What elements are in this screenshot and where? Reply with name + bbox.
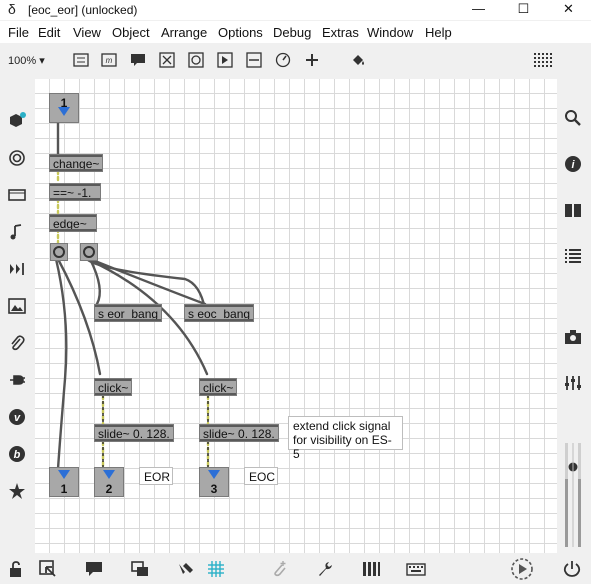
send-eoc-object[interactable]: s eoc_bang	[184, 304, 254, 322]
maximize-button[interactable]: ☐	[501, 0, 546, 20]
menu-extras[interactable]: Extras	[322, 25, 359, 40]
menu-help[interactable]: Help	[425, 25, 452, 40]
comment-line-1: extend click signal	[293, 419, 391, 433]
number-triangle-icon	[58, 107, 70, 116]
paperclip-icon[interactable]	[8, 334, 26, 352]
new-slider-icon[interactable]	[246, 52, 262, 68]
new-object-icon[interactable]	[73, 52, 89, 68]
new-toggle-icon[interactable]	[159, 52, 175, 68]
wrench-icon[interactable]	[316, 560, 334, 578]
grid-toggle-icon[interactable]	[207, 560, 225, 578]
keyboard-icon[interactable]	[406, 560, 426, 578]
beap-icon[interactable]: b	[8, 445, 26, 463]
zoom-value: 100%	[8, 55, 37, 67]
new-dial-icon[interactable]	[275, 52, 291, 68]
button-right[interactable]	[80, 243, 98, 261]
number-value: 2	[105, 482, 113, 496]
new-message-icon[interactable]: m	[101, 52, 117, 68]
comment-note[interactable]: extend click signal for visibility on ES…	[288, 416, 403, 461]
menu-object[interactable]: Object	[112, 25, 150, 40]
paint-bucket-icon[interactable]	[350, 52, 366, 68]
bottom-toolbar	[0, 553, 591, 584]
plug-icon[interactable]	[8, 371, 26, 389]
menu-bar: File Edit View Object Arrange Options De…	[0, 21, 591, 43]
click-object-2[interactable]: click~	[199, 378, 237, 396]
number-box-3[interactable]: 3	[199, 467, 229, 497]
comment-bubble-icon[interactable]	[85, 560, 103, 578]
button-left[interactable]	[50, 243, 68, 261]
svg-text:m: m	[106, 56, 113, 65]
target-icon[interactable]	[8, 149, 26, 167]
menu-options[interactable]: Options	[218, 25, 263, 40]
new-button-icon[interactable]	[188, 52, 204, 68]
number-box-1[interactable]: 1	[49, 467, 79, 497]
left-sidebar: v b	[0, 79, 34, 553]
slide-object-2[interactable]: slide~ 0. 128.	[199, 424, 279, 442]
number-box-top[interactable]: 1	[49, 93, 79, 123]
window-stack-icon[interactable]	[131, 560, 149, 578]
eoc-label[interactable]: EOC	[244, 467, 278, 485]
image-icon[interactable]	[8, 297, 26, 315]
new-comment-icon[interactable]	[130, 52, 146, 68]
send-eor-object[interactable]: s eor_bang	[94, 304, 162, 322]
add-clip-icon[interactable]	[270, 560, 288, 578]
bang-circle-icon	[53, 246, 65, 258]
svg-text:v: v	[14, 412, 21, 424]
menu-edit[interactable]: Edit	[38, 25, 60, 40]
list-icon[interactable]	[564, 247, 582, 265]
menu-file[interactable]: File	[8, 25, 29, 40]
reference-book-icon[interactable]	[564, 201, 582, 219]
menu-arrange[interactable]: Arrange	[161, 25, 207, 40]
presentation-mode-icon[interactable]	[39, 560, 57, 578]
window-title: [eoc_eor] (unlocked)	[28, 3, 138, 17]
close-button[interactable]: ✕	[546, 0, 591, 20]
lock-icon[interactable]	[8, 560, 26, 578]
grid-view-icon[interactable]	[533, 52, 553, 70]
number-triangle-icon	[58, 470, 70, 479]
right-sidebar: i	[557, 79, 591, 553]
add-icon[interactable]	[304, 52, 320, 68]
edge-object[interactable]: edge~	[49, 214, 97, 232]
piano-keys-icon[interactable]	[362, 560, 380, 578]
debug-probe-icon[interactable]	[177, 560, 195, 578]
equals-object[interactable]: ==~ -1.	[49, 183, 101, 201]
number-box-2[interactable]: 2	[94, 467, 124, 497]
star-icon[interactable]	[8, 482, 26, 500]
vizzie-icon[interactable]: v	[8, 408, 26, 426]
minimize-button[interactable]: —	[456, 0, 501, 20]
slide-object-1[interactable]: slide~ 0. 128.	[94, 424, 174, 442]
sequence-icon[interactable]	[8, 260, 26, 278]
number-value: 3	[210, 482, 218, 496]
menu-window[interactable]: Window	[367, 25, 413, 40]
zoom-select[interactable]: 100% ▾	[8, 54, 45, 67]
media-icon[interactable]	[8, 186, 26, 204]
object-toolbar: 100% ▾ m	[0, 44, 591, 78]
patcher-canvas[interactable]: 1 change~ ==~ -1. edge~ s eor_bang s eoc…	[35, 79, 557, 553]
snapshot-camera-icon[interactable]	[564, 328, 582, 346]
mixer-icon[interactable]	[564, 374, 582, 392]
number-value: 1	[60, 482, 68, 496]
number-triangle-icon	[208, 470, 220, 479]
bang-circle-icon	[83, 246, 95, 258]
menu-debug[interactable]: Debug	[273, 25, 311, 40]
menu-view[interactable]: View	[73, 25, 101, 40]
music-note-icon[interactable]	[8, 223, 26, 241]
eor-label[interactable]: EOR	[139, 467, 173, 485]
search-icon[interactable]	[564, 109, 582, 127]
audio-play-icon[interactable]	[510, 557, 534, 581]
click-object-1[interactable]: click~	[94, 378, 132, 396]
info-icon[interactable]: i	[564, 155, 582, 173]
title-bar: δ [eoc_eor] (unlocked) — ☐ ✕	[0, 0, 591, 20]
max-logo-icon: δ	[8, 1, 16, 17]
power-icon[interactable]	[563, 560, 581, 578]
change-object[interactable]: change~	[49, 154, 103, 172]
svg-text:b: b	[14, 449, 21, 461]
new-number-icon[interactable]	[217, 52, 233, 68]
audio-meter-icon	[565, 443, 581, 547]
packages-icon[interactable]	[8, 112, 26, 130]
number-triangle-icon	[103, 470, 115, 479]
